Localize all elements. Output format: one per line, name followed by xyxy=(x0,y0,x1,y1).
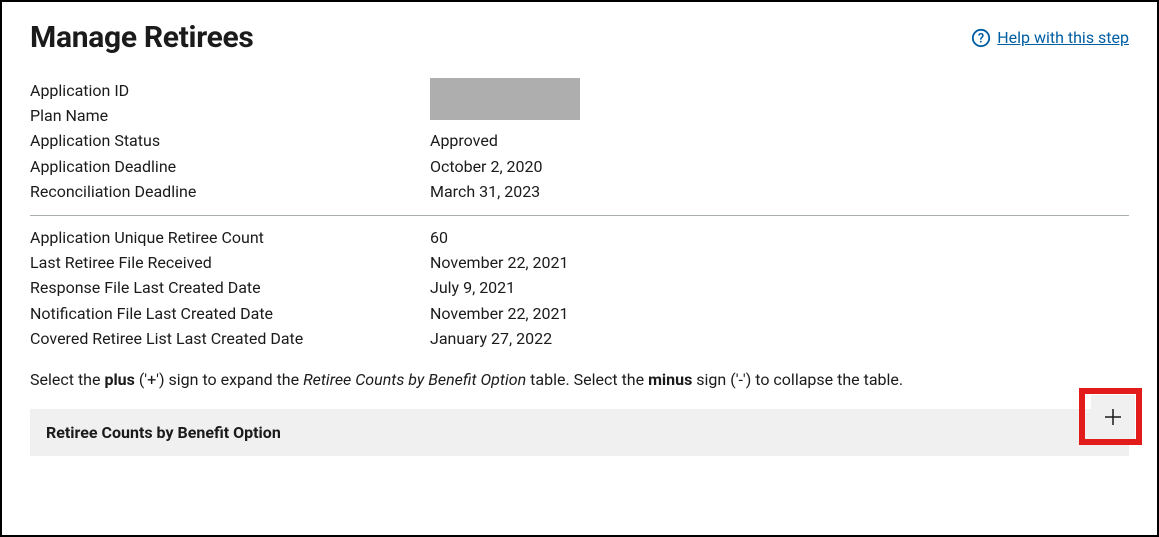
detail-row: Response File Last Created Date July 9, … xyxy=(30,276,1129,299)
detail-row: Application Unique Retiree Count 60 xyxy=(30,226,1129,249)
instruction-bold: plus xyxy=(104,370,134,389)
detail-label: Covered Retiree List Last Created Date xyxy=(30,327,430,350)
expand-button[interactable] xyxy=(1091,395,1135,439)
detail-label: Last Retiree File Received xyxy=(30,251,430,274)
details-bottom-section: Application Unique Retiree Count 60 Last… xyxy=(30,226,1129,350)
section-divider xyxy=(30,215,1129,216)
page-frame: Manage Retirees ? Help with this step Ap… xyxy=(0,0,1159,537)
detail-label: Plan Name xyxy=(30,104,430,127)
header-row: Manage Retirees ? Help with this step xyxy=(30,20,1129,55)
detail-row: Application ID xyxy=(30,79,1129,102)
detail-value: July 9, 2021 xyxy=(430,276,515,299)
detail-label: Application ID xyxy=(30,79,430,102)
redacted-block xyxy=(430,78,580,120)
instruction-bold: minus xyxy=(648,370,692,389)
page-title: Manage Retirees xyxy=(30,20,254,55)
detail-label: Response File Last Created Date xyxy=(30,276,430,299)
instruction-text: Select the plus ('+') sign to expand the… xyxy=(30,370,1129,389)
help-link-text: Help with this step xyxy=(997,28,1129,47)
detail-value: January 27, 2022 xyxy=(430,327,552,350)
details-top-section: Application ID Plan Name Application Sta… xyxy=(30,79,1129,203)
detail-row: Notification File Last Created Date Nove… xyxy=(30,302,1129,325)
instruction-part: sign ('-') to collapse the table. xyxy=(692,370,903,389)
detail-label: Notification File Last Created Date xyxy=(30,302,430,325)
accordion-title: Retiree Counts by Benefit Option xyxy=(46,423,281,442)
instruction-part: table. Select the xyxy=(526,370,648,389)
detail-row: Covered Retiree List Last Created Date J… xyxy=(30,327,1129,350)
detail-value: October 2, 2020 xyxy=(430,155,543,178)
detail-value: Approved xyxy=(430,129,498,152)
detail-value: November 22, 2021 xyxy=(430,251,569,274)
detail-value: 60 xyxy=(430,226,448,249)
plus-icon xyxy=(1104,408,1122,426)
detail-row: Reconciliation Deadline March 31, 2023 xyxy=(30,180,1129,203)
detail-label: Reconciliation Deadline xyxy=(30,180,430,203)
detail-row: Last Retiree File Received November 22, … xyxy=(30,251,1129,274)
instruction-part: ('+') sign to expand the xyxy=(135,370,303,389)
svg-text:?: ? xyxy=(978,31,984,46)
detail-value: November 22, 2021 xyxy=(430,302,569,325)
detail-value: March 31, 2023 xyxy=(430,180,540,203)
detail-row: Application Status Approved xyxy=(30,129,1129,152)
help-circle-icon: ? xyxy=(971,28,991,48)
detail-label: Application Status xyxy=(30,129,430,152)
retiree-counts-accordion[interactable]: Retiree Counts by Benefit Option xyxy=(30,409,1129,456)
detail-row: Application Deadline October 2, 2020 xyxy=(30,155,1129,178)
instruction-italic: Retiree Counts by Benefit Option xyxy=(303,370,526,389)
detail-label: Application Unique Retiree Count xyxy=(30,226,430,249)
help-link[interactable]: ? Help with this step xyxy=(971,28,1129,48)
detail-label: Application Deadline xyxy=(30,155,430,178)
instruction-part: Select the xyxy=(30,370,104,389)
